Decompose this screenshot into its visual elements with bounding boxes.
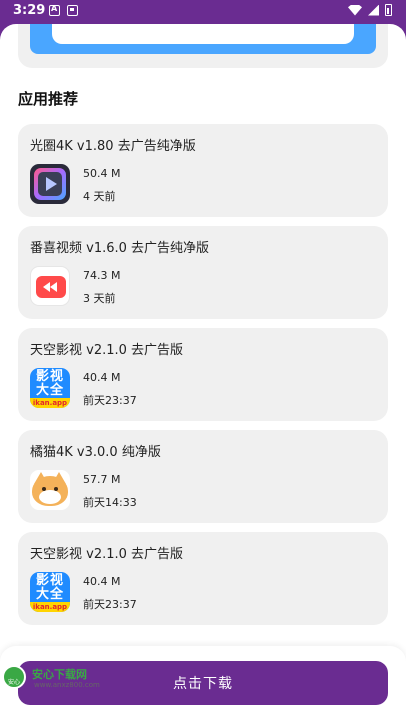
app-card[interactable]: 天空影视 v2.1.0 去广告版 影视大全 ikan.app 40.4 M 前天…	[18, 532, 388, 625]
app-title: 番喜视频 v1.6.0 去广告纯净版	[30, 241, 210, 256]
app-size: 57.7 M	[83, 473, 121, 486]
watermark-title: 安心下载网	[32, 668, 87, 681]
app-time: 前天23:37	[83, 394, 137, 407]
notification-screen-icon	[67, 5, 78, 16]
app-card[interactable]: 光圈4K v1.80 去广告纯净版 50.4 M 4 天前	[18, 124, 388, 217]
status-bar: 3:29	[0, 0, 406, 24]
app-time: 前天14:33	[83, 496, 137, 509]
tiankong-app-icon: 影视大全 ikan.app	[30, 368, 70, 408]
notification-a-icon	[49, 4, 60, 16]
app-card[interactable]: 橘猫4K v3.0.0 纯净版 57.7 M 前天14:33	[18, 430, 388, 523]
app-card[interactable]: 番喜视频 v1.6.0 去广告纯净版 74.3 M 3 天前	[18, 226, 388, 319]
status-right-icons	[348, 4, 392, 16]
section-title: 应用推荐	[18, 90, 79, 108]
app-icon-url-text: ikan.app	[32, 399, 68, 407]
fanxi-app-icon	[30, 266, 70, 306]
app-icon-text: 影视大全	[35, 369, 64, 398]
main-sheet: 应用推荐 光圈4K v1.80 去广告纯净版 50.4 M 4 天前 番喜视频 …	[0, 24, 406, 723]
app-card[interactable]: 天空影视 v2.1.0 去广告版 影视大全 ikan.app 40.4 M 前天…	[18, 328, 388, 421]
watermark: 安心 安心下载网 www.anxz800.com	[0, 663, 104, 693]
app-time: 3 天前	[83, 292, 116, 305]
status-time: 3:29	[13, 3, 46, 18]
cat-app-icon	[30, 470, 70, 510]
app-icon-url-text: ikan.app	[32, 603, 68, 611]
app-size: 50.4 M	[83, 167, 121, 180]
app-time: 前天23:37	[83, 598, 137, 611]
watermark-logo-icon: 安心	[2, 665, 26, 689]
tiankong-app-icon: 影视大全 ikan.app	[30, 572, 70, 612]
wifi-icon	[348, 4, 362, 16]
app-icon-text: 影视大全	[35, 573, 64, 602]
watermark-url: www.anxz800.com	[34, 681, 100, 689]
app-title: 光圈4K v1.80 去广告纯净版	[30, 139, 196, 154]
battery-icon	[385, 4, 392, 16]
app-size: 74.3 M	[83, 269, 121, 282]
app-size: 40.4 M	[83, 575, 121, 588]
app-time: 4 天前	[83, 190, 116, 203]
app-title: 天空影视 v2.1.0 去广告版	[30, 343, 184, 358]
top-banner-inner	[52, 24, 354, 44]
guangquan-app-icon	[30, 164, 70, 204]
top-banner-card	[18, 24, 388, 68]
app-title: 橘猫4K v3.0.0 纯净版	[30, 445, 161, 460]
signal-icon	[368, 4, 379, 16]
app-title: 天空影视 v2.1.0 去广告版	[30, 547, 184, 562]
app-size: 40.4 M	[83, 371, 121, 384]
